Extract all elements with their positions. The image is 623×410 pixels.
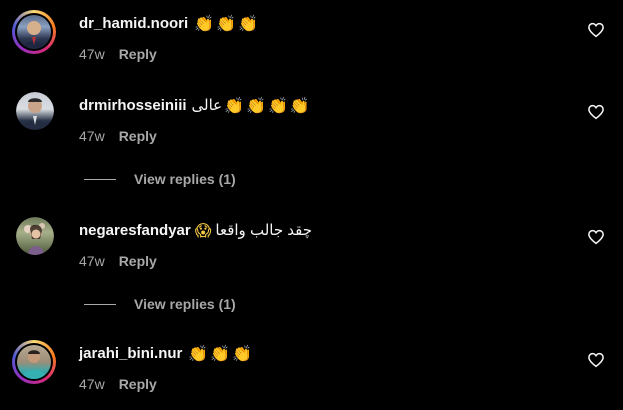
username[interactable]: jarahi_bini.nur	[79, 345, 182, 362]
clapping-hands-emoji: 👏👏👏	[188, 343, 255, 363]
heart-icon[interactable]	[587, 351, 605, 369]
avatar[interactable]	[12, 10, 56, 54]
comment-header: dr_hamid.noori 👏👏👏	[79, 10, 260, 36]
view-replies-button[interactable]: View replies (1)	[84, 171, 236, 187]
comment-meta: 47w Reply	[79, 253, 157, 269]
heart-icon[interactable]	[587, 228, 605, 246]
screaming-face-emoji: 😱	[194, 220, 214, 240]
comment-header: negaresfandyar 😱 چقد جالب واقعا	[79, 217, 312, 243]
reply-button[interactable]: Reply	[119, 253, 157, 269]
comment-meta: 47w Reply	[79, 128, 157, 144]
comment-header: jarahi_bini.nur 👏👏👏	[79, 340, 254, 366]
timestamp[interactable]: 47w	[79, 46, 105, 62]
clapping-hands-emoji: 👏👏👏👏	[224, 95, 312, 115]
view-replies-label: View replies (1)	[134, 296, 236, 312]
view-replies-label: View replies (1)	[134, 171, 236, 187]
divider-dash	[84, 303, 116, 305]
avatar[interactable]	[16, 92, 54, 130]
heart-icon[interactable]	[587, 103, 605, 121]
comment-header: drmirhosseiniii عالی 👏👏👏👏	[79, 92, 312, 118]
comment-text: عالی	[191, 97, 223, 114]
username[interactable]: drmirhosseiniii	[79, 97, 187, 114]
comment-meta: 47w Reply	[79, 46, 157, 62]
reply-button[interactable]: Reply	[119, 128, 157, 144]
reply-button[interactable]: Reply	[119, 46, 157, 62]
username[interactable]: dr_hamid.noori	[79, 15, 188, 32]
timestamp[interactable]: 47w	[79, 128, 105, 144]
divider-dash	[84, 178, 116, 180]
avatar-photo	[17, 15, 51, 49]
username[interactable]: negaresfandyar	[79, 222, 191, 239]
view-replies-button[interactable]: View replies (1)	[84, 296, 236, 312]
timestamp[interactable]: 47w	[79, 376, 105, 392]
heart-icon[interactable]	[587, 21, 605, 39]
reply-button[interactable]: Reply	[119, 376, 157, 392]
comment-meta: 47w Reply	[79, 376, 157, 392]
avatar[interactable]	[16, 217, 54, 255]
avatar-photo	[16, 217, 54, 255]
comment-text: چقد جالب واقعا	[215, 222, 313, 239]
avatar-photo	[16, 92, 54, 130]
timestamp[interactable]: 47w	[79, 253, 105, 269]
avatar[interactable]	[12, 340, 56, 384]
clapping-hands-emoji: 👏👏👏	[194, 13, 260, 33]
avatar-photo	[17, 345, 51, 379]
